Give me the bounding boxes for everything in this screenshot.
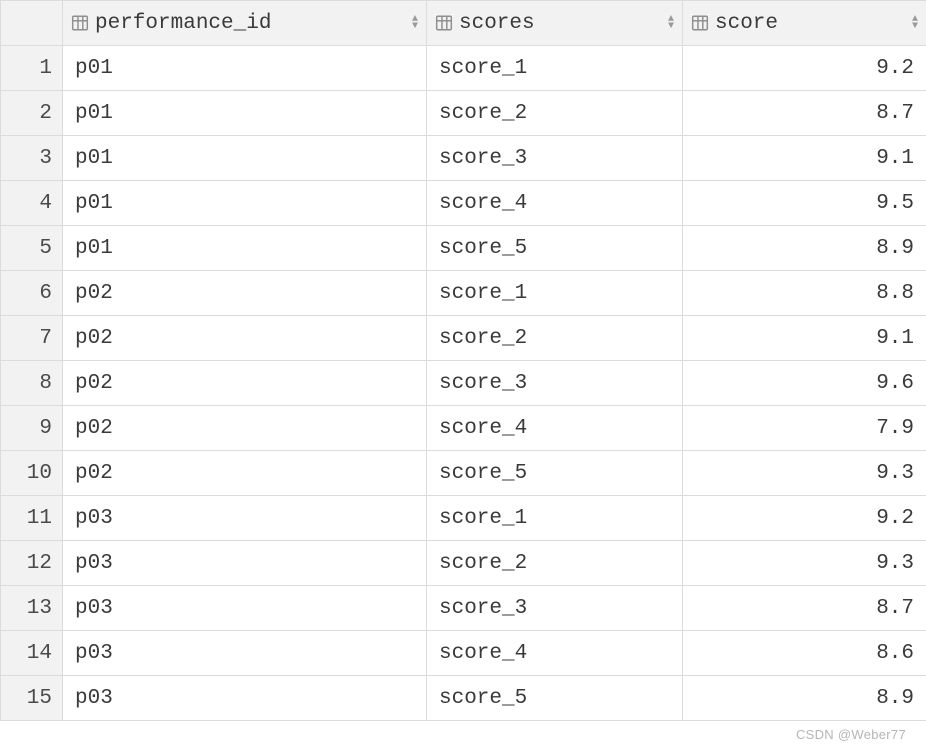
table-row[interactable]: 7p02score_29.1 bbox=[1, 316, 926, 361]
watermark: CSDN @Weber77 bbox=[796, 727, 906, 742]
cell-scores[interactable]: score_3 bbox=[427, 586, 683, 631]
table-row[interactable]: 3p01score_39.1 bbox=[1, 136, 926, 181]
table-body: 1p01score_19.22p01score_28.73p01score_39… bbox=[1, 46, 926, 721]
cell-performance-id[interactable]: p01 bbox=[63, 136, 427, 181]
cell-score[interactable]: 9.1 bbox=[683, 316, 926, 361]
table-row[interactable]: 1p01score_19.2 bbox=[1, 46, 926, 91]
cell-score[interactable]: 9.2 bbox=[683, 496, 926, 541]
row-number: 1 bbox=[1, 46, 63, 91]
cell-performance-id[interactable]: p03 bbox=[63, 631, 427, 676]
cell-score[interactable]: 8.7 bbox=[683, 91, 926, 136]
cell-performance-id[interactable]: p03 bbox=[63, 586, 427, 631]
table-row[interactable]: 8p02score_39.6 bbox=[1, 361, 926, 406]
header-label: score bbox=[715, 12, 778, 35]
row-number: 5 bbox=[1, 226, 63, 271]
row-number: 6 bbox=[1, 271, 63, 316]
table-row[interactable]: 5p01score_58.9 bbox=[1, 226, 926, 271]
sort-icon[interactable] bbox=[662, 16, 674, 30]
cell-scores[interactable]: score_3 bbox=[427, 361, 683, 406]
cell-scores[interactable]: score_1 bbox=[427, 271, 683, 316]
cell-score[interactable]: 7.9 bbox=[683, 406, 926, 451]
table-row[interactable]: 13p03score_38.7 bbox=[1, 586, 926, 631]
table-row[interactable]: 6p02score_18.8 bbox=[1, 271, 926, 316]
header-label: scores bbox=[459, 12, 535, 35]
cell-score[interactable]: 9.2 bbox=[683, 46, 926, 91]
cell-scores[interactable]: score_2 bbox=[427, 541, 683, 586]
table-row[interactable]: 12p03score_29.3 bbox=[1, 541, 926, 586]
cell-performance-id[interactable]: p01 bbox=[63, 91, 427, 136]
cell-score[interactable]: 8.8 bbox=[683, 271, 926, 316]
row-number: 9 bbox=[1, 406, 63, 451]
cell-score[interactable]: 9.3 bbox=[683, 451, 926, 496]
row-number: 8 bbox=[1, 361, 63, 406]
cell-score[interactable]: 9.5 bbox=[683, 181, 926, 226]
table-row[interactable]: 9p02score_47.9 bbox=[1, 406, 926, 451]
cell-performance-id[interactable]: p03 bbox=[63, 541, 427, 586]
table-column-icon bbox=[435, 14, 453, 32]
cell-score[interactable]: 8.6 bbox=[683, 631, 926, 676]
cell-scores[interactable]: score_5 bbox=[427, 451, 683, 496]
row-number: 14 bbox=[1, 631, 63, 676]
row-number: 4 bbox=[1, 181, 63, 226]
cell-performance-id[interactable]: p02 bbox=[63, 451, 427, 496]
row-number: 3 bbox=[1, 136, 63, 181]
row-number: 15 bbox=[1, 676, 63, 721]
table-row[interactable]: 14p03score_48.6 bbox=[1, 631, 926, 676]
cell-score[interactable]: 8.7 bbox=[683, 586, 926, 631]
cell-score[interactable]: 9.1 bbox=[683, 136, 926, 181]
header-scores[interactable]: scores bbox=[427, 1, 683, 46]
sort-icon[interactable] bbox=[906, 16, 918, 30]
cell-performance-id[interactable]: p01 bbox=[63, 226, 427, 271]
table-row[interactable]: 11p03score_19.2 bbox=[1, 496, 926, 541]
table-row[interactable]: 4p01score_49.5 bbox=[1, 181, 926, 226]
cell-score[interactable]: 8.9 bbox=[683, 226, 926, 271]
cell-scores[interactable]: score_1 bbox=[427, 46, 683, 91]
header-label: performance_id bbox=[95, 12, 271, 35]
cell-performance-id[interactable]: p02 bbox=[63, 271, 427, 316]
row-number: 2 bbox=[1, 91, 63, 136]
table-row[interactable]: 10p02score_59.3 bbox=[1, 451, 926, 496]
cell-performance-id[interactable]: p02 bbox=[63, 406, 427, 451]
cell-scores[interactable]: score_5 bbox=[427, 226, 683, 271]
cell-performance-id[interactable]: p01 bbox=[63, 46, 427, 91]
cell-scores[interactable]: score_1 bbox=[427, 496, 683, 541]
sort-icon[interactable] bbox=[406, 16, 418, 30]
row-number: 12 bbox=[1, 541, 63, 586]
cell-score[interactable]: 8.9 bbox=[683, 676, 926, 721]
table-row[interactable]: 2p01score_28.7 bbox=[1, 91, 926, 136]
cell-scores[interactable]: score_3 bbox=[427, 136, 683, 181]
cell-scores[interactable]: score_4 bbox=[427, 406, 683, 451]
row-number: 10 bbox=[1, 451, 63, 496]
row-number: 11 bbox=[1, 496, 63, 541]
row-number: 13 bbox=[1, 586, 63, 631]
header-row: performance_id bbox=[1, 1, 926, 46]
cell-scores[interactable]: score_2 bbox=[427, 316, 683, 361]
cell-performance-id[interactable]: p03 bbox=[63, 676, 427, 721]
table-column-icon bbox=[691, 14, 709, 32]
table-column-icon bbox=[71, 14, 89, 32]
cell-scores[interactable]: score_5 bbox=[427, 676, 683, 721]
cell-score[interactable]: 9.6 bbox=[683, 361, 926, 406]
cell-performance-id[interactable]: p02 bbox=[63, 361, 427, 406]
header-score[interactable]: score bbox=[683, 1, 926, 46]
cell-scores[interactable]: score_4 bbox=[427, 631, 683, 676]
cell-performance-id[interactable]: p02 bbox=[63, 316, 427, 361]
header-performance-id[interactable]: performance_id bbox=[63, 1, 427, 46]
table-row[interactable]: 15p03score_58.9 bbox=[1, 676, 926, 721]
cell-scores[interactable]: score_2 bbox=[427, 91, 683, 136]
header-rownum bbox=[1, 1, 63, 46]
cell-performance-id[interactable]: p01 bbox=[63, 181, 427, 226]
data-table: performance_id bbox=[0, 0, 926, 721]
cell-scores[interactable]: score_4 bbox=[427, 181, 683, 226]
row-number: 7 bbox=[1, 316, 63, 361]
cell-score[interactable]: 9.3 bbox=[683, 541, 926, 586]
cell-performance-id[interactable]: p03 bbox=[63, 496, 427, 541]
